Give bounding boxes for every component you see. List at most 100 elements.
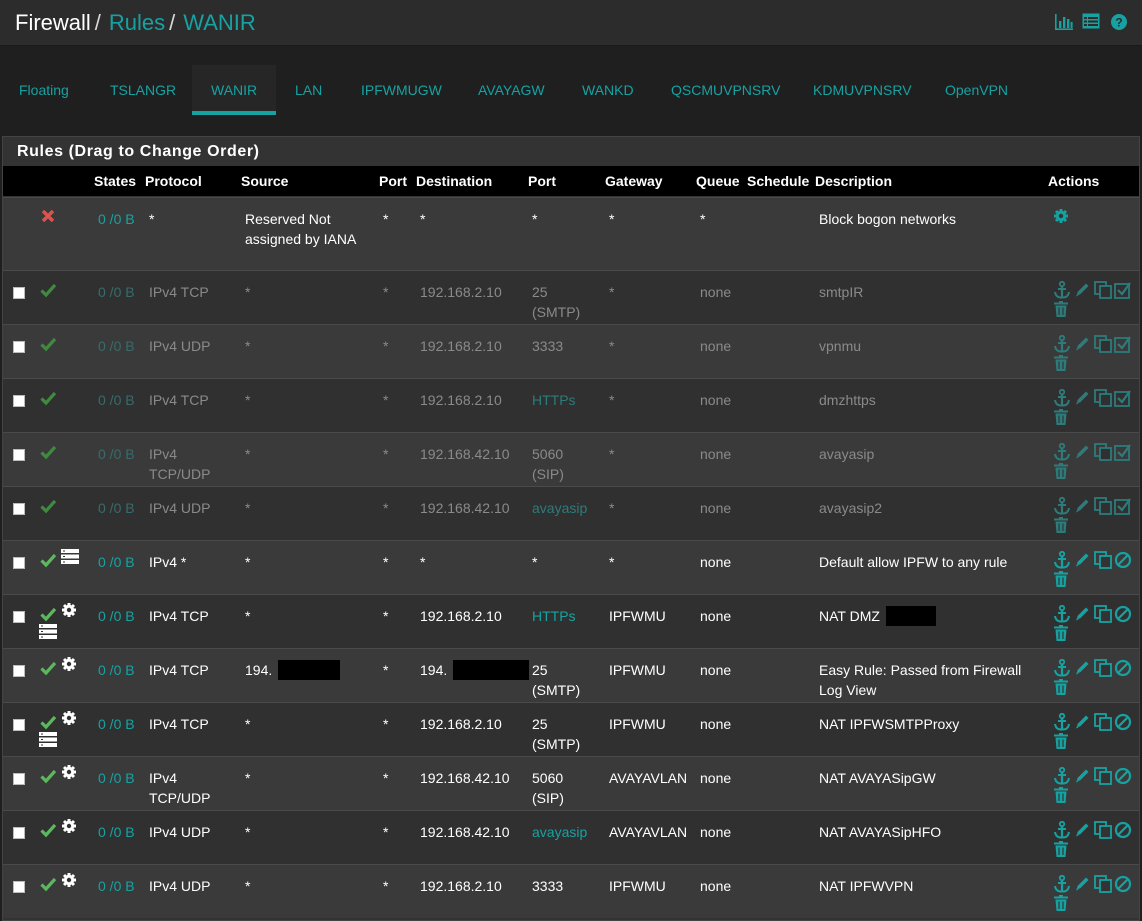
- disable-ban-icon[interactable]: [1114, 713, 1132, 734]
- table-row[interactable]: 0 /0 B IPv4 TCP/UDP * * 192.168.42.10 5060 (S…: [3, 432, 1139, 486]
- trash-icon[interactable]: [1053, 679, 1069, 699]
- row-select-checkbox[interactable]: [13, 665, 25, 677]
- table-row[interactable]: 0 /0 B IPv4 UDP * * 192.168.42.10 avayasip AVA…: [3, 810, 1139, 864]
- anchor-icon[interactable]: [1053, 280, 1071, 302]
- trash-icon[interactable]: [1053, 301, 1069, 321]
- states-link[interactable]: 0 /0 B: [98, 876, 142, 896]
- row-select-checkbox[interactable]: [13, 827, 25, 839]
- disable-ban-icon[interactable]: [1114, 767, 1132, 788]
- tab-ipfwmugw[interactable]: IPFWMUGW: [342, 65, 461, 115]
- tab-tslangr[interactable]: TSLANGR: [91, 65, 195, 115]
- states-link[interactable]: 0 /0 B: [98, 209, 142, 229]
- tab-wanir[interactable]: WANIR: [192, 65, 277, 115]
- table-row[interactable]: 0 /0 B IPv4 TCP * * 192.168.2.10 HTTPs * none dm…: [3, 378, 1139, 432]
- states-link[interactable]: 0 /0 B: [98, 768, 142, 788]
- states-link[interactable]: 0 /0 B: [98, 660, 142, 680]
- states-link[interactable]: 0 /0 B: [98, 498, 142, 518]
- breadcrumb-rules-link[interactable]: Rules: [109, 10, 165, 35]
- disable-ban-icon[interactable]: [1114, 551, 1132, 572]
- row-select-checkbox[interactable]: [13, 719, 25, 731]
- table-row[interactable]: 0 /0 B * Reserved Not assigned by IANA * * * *…: [3, 197, 1139, 270]
- table-row[interactable]: 0 /0 B IPv4 TCP 194. * 194. 25 (SMTP) IPFWMU no…: [3, 648, 1139, 702]
- states-link[interactable]: 0 /0 B: [98, 444, 142, 464]
- tab-avayagw[interactable]: AVAYAGW: [459, 65, 564, 115]
- copy-icon[interactable]: [1094, 605, 1112, 626]
- states-link[interactable]: 0 /0 B: [98, 822, 142, 842]
- enable-checkbox-icon[interactable]: [1114, 497, 1132, 518]
- table-row[interactable]: 0 /0 B IPv4 TCP * * 192.168.2.10 25 (SMTP) IPF…: [3, 702, 1139, 756]
- edit-pencil-icon[interactable]: [1074, 659, 1091, 679]
- edit-pencil-icon[interactable]: [1074, 605, 1091, 625]
- table-row[interactable]: 0 /0 B IPv4 UDP * * 192.168.42.10 avayasip * no…: [3, 486, 1139, 540]
- row-select-checkbox[interactable]: [13, 611, 25, 623]
- tab-lan[interactable]: LAN: [276, 65, 341, 115]
- row-select-checkbox[interactable]: [13, 881, 25, 893]
- tab-openvpn[interactable]: OpenVPN: [926, 65, 1027, 115]
- states-link[interactable]: 0 /0 B: [98, 336, 142, 356]
- trash-icon[interactable]: [1053, 733, 1069, 753]
- edit-pencil-icon[interactable]: [1074, 335, 1091, 355]
- edit-pencil-icon[interactable]: [1074, 497, 1091, 517]
- edit-pencil-icon[interactable]: [1074, 821, 1091, 841]
- trash-icon[interactable]: [1053, 841, 1069, 861]
- cell-dport[interactable]: HTTPs: [532, 606, 576, 626]
- trash-icon[interactable]: [1053, 625, 1069, 645]
- disable-ban-icon[interactable]: [1114, 659, 1132, 680]
- help-icon[interactable]: ?: [1110, 13, 1128, 31]
- row-select-checkbox[interactable]: [13, 773, 25, 785]
- table-row[interactable]: 0 /0 B IPv4 TCP * * 192.168.2.10 HTTPs IPFWMU n…: [3, 594, 1139, 648]
- trash-icon[interactable]: [1053, 355, 1069, 375]
- trash-icon[interactable]: [1053, 787, 1069, 807]
- table-icon[interactable]: [1082, 13, 1100, 31]
- copy-icon[interactable]: [1094, 443, 1112, 464]
- table-row[interactable]: 0 /0 B IPv4 TCP * * 192.168.2.10 25 (SMTP) * no…: [3, 270, 1139, 324]
- trash-icon[interactable]: [1053, 463, 1069, 483]
- enable-checkbox-icon[interactable]: [1114, 335, 1132, 356]
- states-link[interactable]: 0 /0 B: [98, 390, 142, 410]
- anchor-icon[interactable]: [1053, 658, 1071, 680]
- edit-pencil-icon[interactable]: [1074, 443, 1091, 463]
- edit-pencil-icon[interactable]: [1074, 767, 1091, 787]
- table-row[interactable]: 0 /0 B IPv4 UDP * * 192.168.2.10 3333 IPFWMU no…: [3, 864, 1139, 918]
- trash-icon[interactable]: [1053, 409, 1069, 429]
- copy-icon[interactable]: [1094, 281, 1112, 302]
- anchor-icon[interactable]: [1053, 550, 1071, 572]
- anchor-icon[interactable]: [1053, 766, 1071, 788]
- tab-kdmuvpnsrv[interactable]: KDMUVPNSRV: [794, 65, 931, 115]
- copy-icon[interactable]: [1094, 875, 1112, 896]
- breadcrumb-wanir-link[interactable]: WANIR: [183, 10, 256, 35]
- edit-pencil-icon[interactable]: [1074, 713, 1091, 733]
- copy-icon[interactable]: [1094, 335, 1112, 356]
- anchor-icon[interactable]: [1053, 874, 1071, 896]
- cell-dport[interactable]: avayasip: [532, 822, 587, 842]
- table-row[interactable]: 0 /0 B IPv4 * * * * * * none Default allow IPFW …: [3, 540, 1139, 594]
- states-link[interactable]: 0 /0 B: [98, 606, 142, 626]
- table-row[interactable]: 0 /0 B IPv4 UDP * * 192.168.2.10 3333 * none vpn…: [3, 324, 1139, 378]
- cell-dport[interactable]: HTTPs: [532, 390, 576, 410]
- trash-icon[interactable]: [1053, 571, 1069, 591]
- row-select-checkbox[interactable]: [13, 449, 25, 461]
- anchor-icon[interactable]: [1053, 334, 1071, 356]
- edit-pencil-icon[interactable]: [1074, 875, 1091, 895]
- row-select-checkbox[interactable]: [13, 395, 25, 407]
- disable-ban-icon[interactable]: [1114, 821, 1132, 842]
- chart-icon[interactable]: [1054, 13, 1073, 31]
- enable-checkbox-icon[interactable]: [1114, 443, 1132, 464]
- row-select-checkbox[interactable]: [13, 503, 25, 515]
- states-link[interactable]: 0 /0 B: [98, 552, 142, 572]
- copy-icon[interactable]: [1094, 551, 1112, 572]
- table-row[interactable]: 0 /0 B IPv4 TCP/UDP * * 192.168.42.10 5060 (S…: [3, 756, 1139, 810]
- states-link[interactable]: 0 /0 B: [98, 282, 142, 302]
- tab-floating[interactable]: Floating: [0, 65, 88, 115]
- edit-pencil-icon[interactable]: [1074, 389, 1091, 409]
- anchor-icon[interactable]: [1053, 388, 1071, 410]
- row-select-checkbox[interactable]: [13, 341, 25, 353]
- copy-icon[interactable]: [1094, 497, 1112, 518]
- edit-pencil-icon[interactable]: [1074, 281, 1091, 301]
- enable-checkbox-icon[interactable]: [1114, 281, 1132, 302]
- gear-icon[interactable]: [1053, 208, 1069, 227]
- disable-ban-icon[interactable]: [1114, 875, 1132, 896]
- anchor-icon[interactable]: [1053, 604, 1071, 626]
- copy-icon[interactable]: [1094, 767, 1112, 788]
- anchor-icon[interactable]: [1053, 712, 1071, 734]
